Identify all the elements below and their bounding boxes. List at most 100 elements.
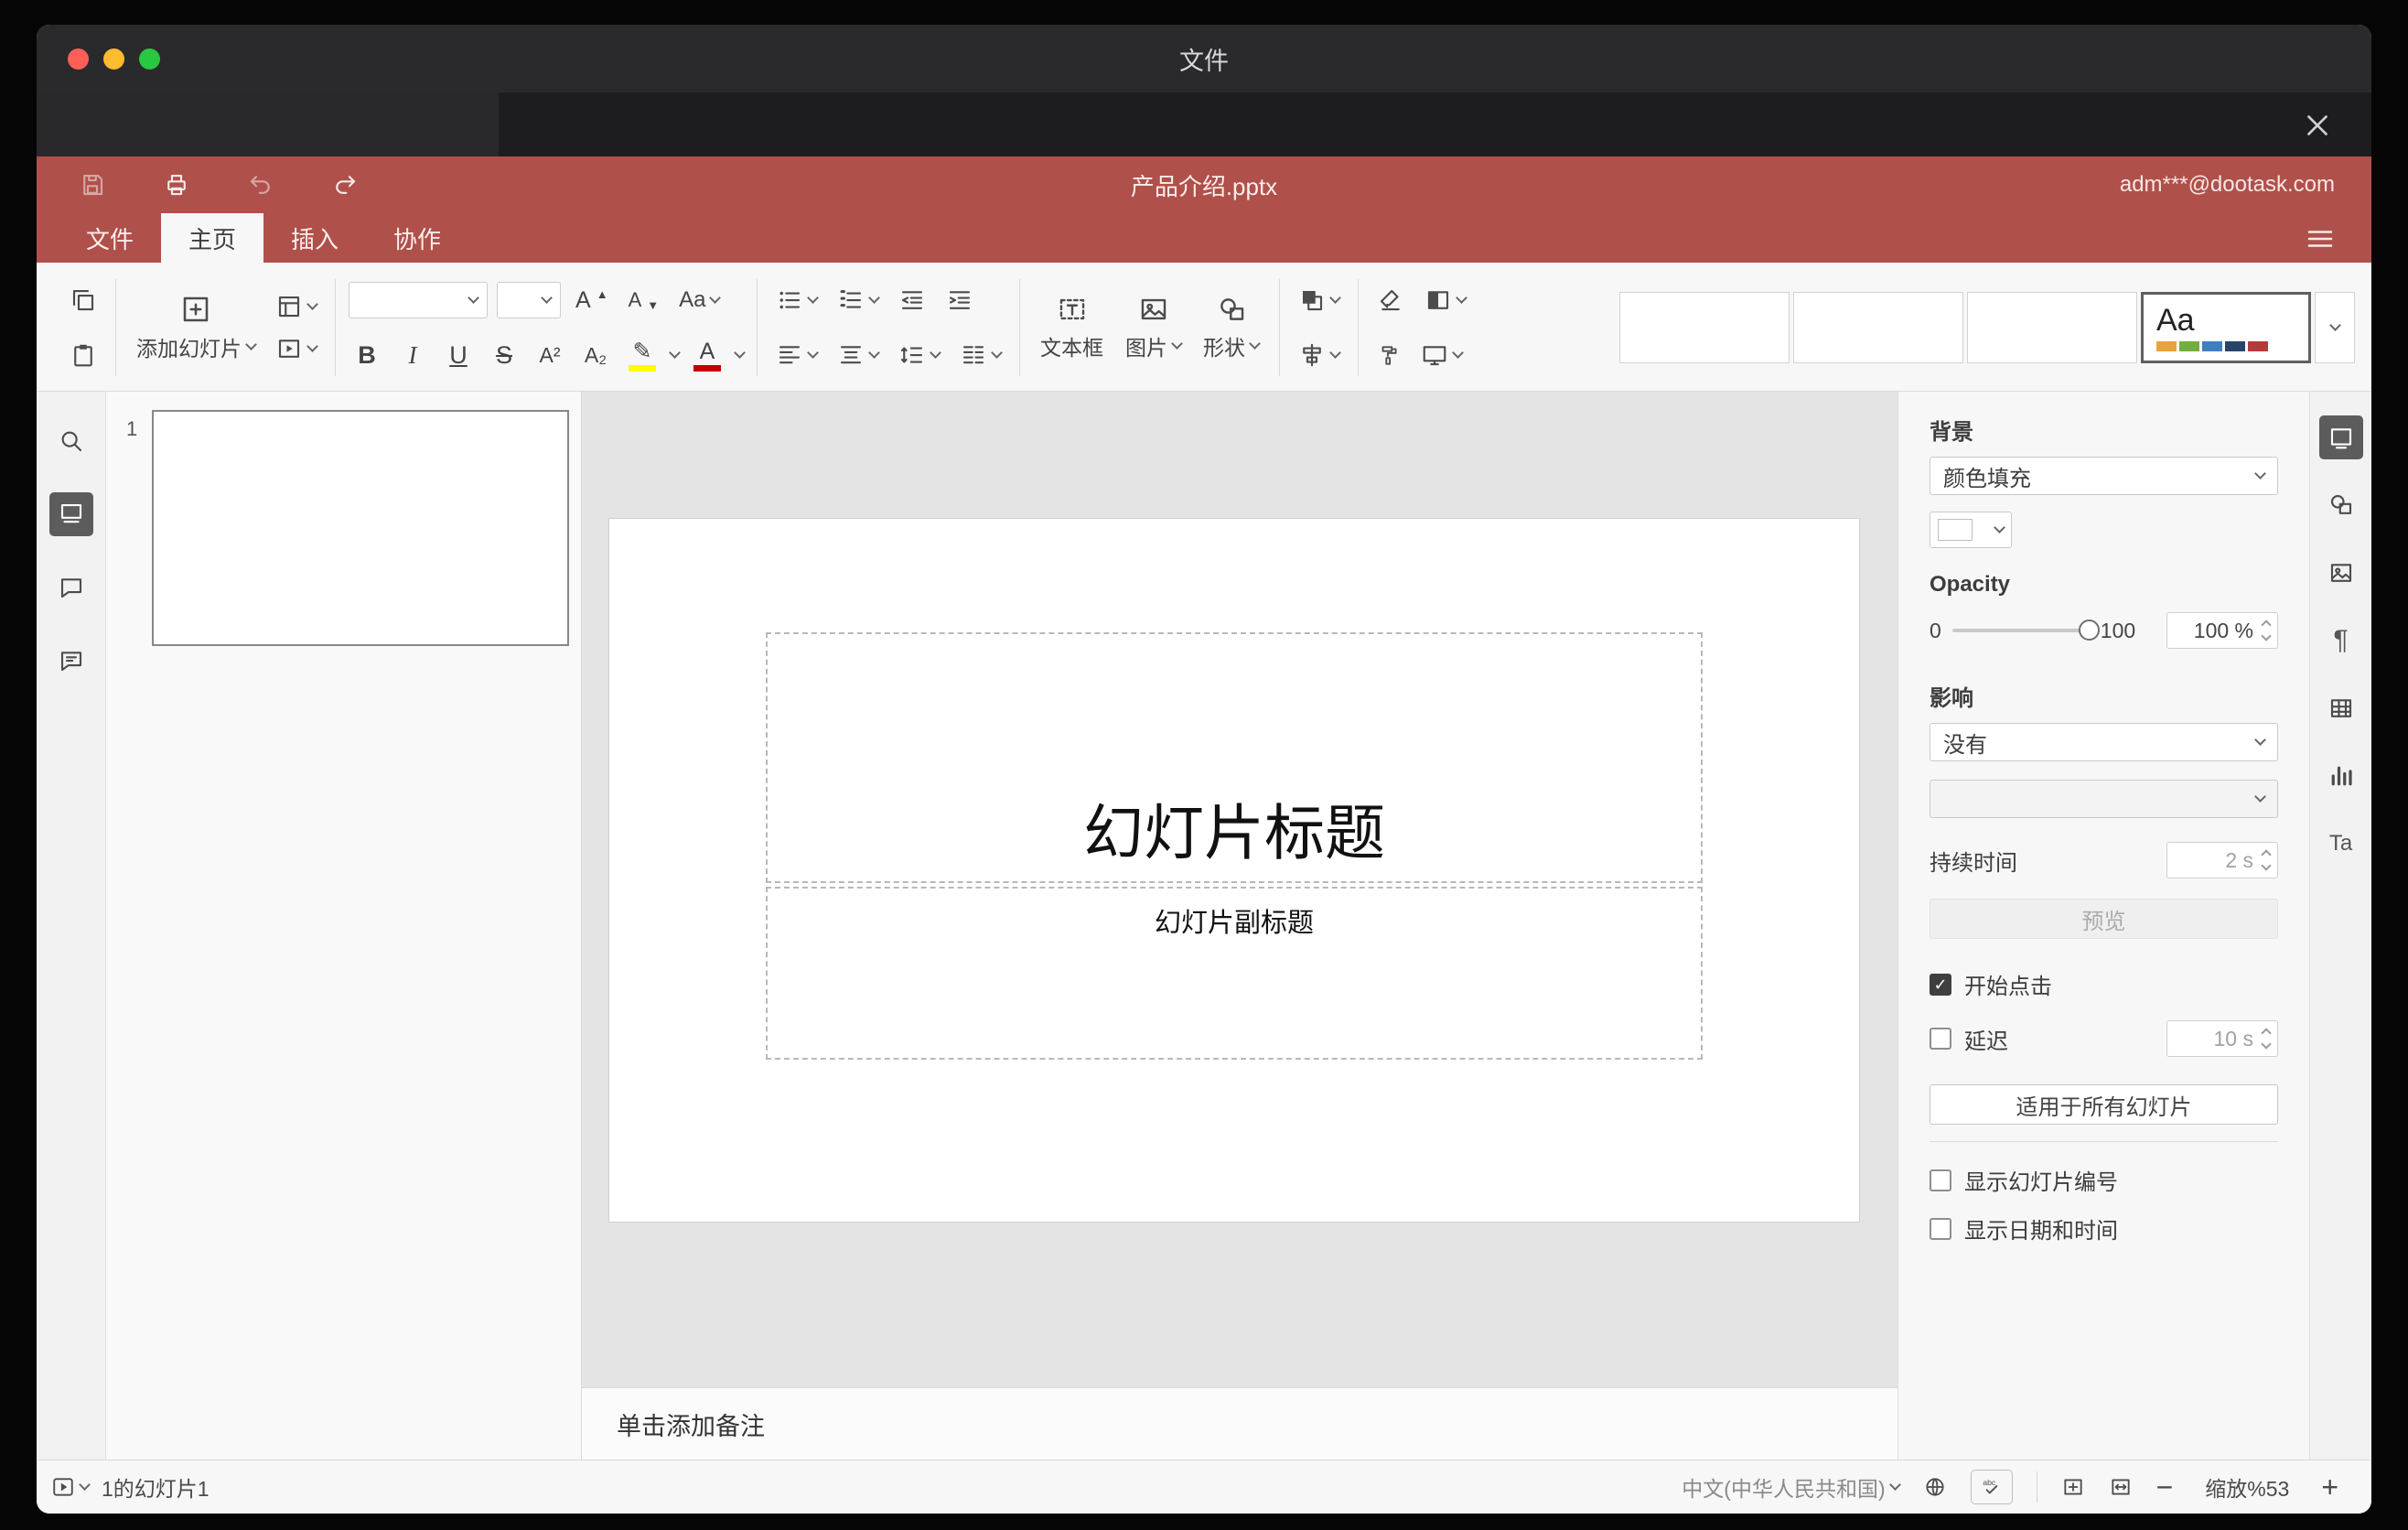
bold-button[interactable]: B [349,341,385,370]
insert-image-button[interactable]: 图片 [1118,290,1188,365]
delay-input[interactable]: 10 s [2166,1020,2278,1057]
italic-button[interactable]: I [394,341,431,370]
spell-check-icon[interactable]: abc [1970,1470,2013,1504]
start-on-click-checkbox[interactable] [1930,973,1951,996]
editor-header: 产品介绍.pptx adm***@dootask.com 文件 主页 插入 协作 [37,156,2371,263]
tab-insert[interactable]: 插入 [263,213,366,263]
slide-size-button[interactable] [1415,338,1467,372]
slide-settings-icon[interactable] [2318,415,2363,459]
start-slideshow-status-button[interactable] [51,1475,91,1499]
theme-gallery: Aa [1619,272,2355,383]
font-color-button[interactable]: A [688,339,726,372]
delay-row: 延迟 10 s [1930,1020,2278,1057]
duration-input[interactable]: 2 s [2166,842,2278,878]
increase-indent-button[interactable] [941,283,979,318]
theme-option-3[interactable] [1967,292,2137,363]
bullets-button[interactable] [770,283,822,318]
slides-panel-icon[interactable] [48,492,93,536]
slide[interactable]: 幻灯片标题 幻灯片副标题 [609,519,1859,1222]
tab-home[interactable]: 主页 [161,213,264,263]
decrease-indent-button[interactable] [893,283,931,318]
shape-settings-icon[interactable] [2319,483,2363,527]
show-date-time-checkbox[interactable] [1930,1217,1951,1240]
vertical-align-button[interactable] [832,338,884,372]
background-color-picker[interactable] [1930,512,2012,548]
background-fill-select[interactable]: 颜色填充 [1930,457,2278,495]
image-settings-icon[interactable] [2319,551,2363,595]
add-slide-button[interactable]: 添加幻灯片 [129,289,263,366]
columns-button[interactable] [954,338,1006,372]
slide-group: 添加幻灯片 [118,272,333,383]
insert-shape-button[interactable]: 形状 [1196,290,1266,365]
arrange-shape-button[interactable] [1293,283,1345,318]
spinner-arrows[interactable] [2261,620,2272,641]
tab-collaboration[interactable]: 协作 [366,213,468,263]
document-language-icon[interactable] [1923,1475,1947,1499]
paragraph-settings-icon[interactable]: ¶ [2319,619,2363,663]
title-placeholder[interactable]: 幻灯片标题 [765,631,1704,883]
search-icon[interactable] [49,419,93,463]
start-slideshow-button[interactable] [270,331,322,366]
theme-gallery-expand-button[interactable] [2315,292,2355,363]
increase-font-button[interactable]: A ▲ [570,284,614,318]
align-shape-button[interactable] [1293,338,1345,372]
theme-option-selected[interactable]: Aa [2141,292,2311,363]
fit-slide-icon[interactable] [2061,1475,2085,1499]
opacity-slider[interactable] [1951,620,2100,641]
apply-to-all-slides-button[interactable]: 适用于所有幻灯片 [1930,1084,2278,1125]
text-art-settings-icon[interactable]: Ta [2319,822,2363,866]
effect-option-select[interactable] [1930,780,2278,818]
show-slide-number-label: 显示幻灯片编号 [1964,1170,2118,1195]
subtitle-placeholder[interactable]: 幻灯片副标题 [765,886,1704,1060]
change-case-button[interactable]: Aa [673,284,725,317]
zoom-out-button[interactable]: − [2156,1472,2174,1502]
insert-textbox-button[interactable]: 文本框 [1033,290,1111,365]
chat-icon[interactable] [49,639,93,683]
strikethrough-button[interactable]: S [486,341,522,370]
font-size-select[interactable] [497,282,561,318]
table-settings-icon[interactable] [2319,686,2363,730]
subscript-button[interactable]: A₂ [577,343,614,368]
color-scheme-button[interactable] [1419,283,1471,318]
fit-width-icon[interactable] [2109,1475,2133,1499]
clear-style-button[interactable] [1371,283,1410,318]
change-layout-button[interactable] [270,289,322,324]
background-label: 背景 [1930,420,1973,445]
close-icon[interactable] [2300,106,2338,145]
opacity-slider-knob[interactable] [2078,620,2100,641]
underline-button[interactable]: U [440,341,477,370]
comments-icon[interactable] [49,566,93,609]
zoom-in-button[interactable]: + [2321,1472,2338,1502]
superscript-button[interactable]: A² [532,343,568,368]
slide-canvas[interactable]: 幻灯片标题 幻灯片副标题 [582,392,1897,1387]
theme-option-1[interactable] [1619,292,1790,363]
paste-button[interactable] [64,338,102,372]
delay-checkbox[interactable] [1930,1028,1951,1050]
language-selector[interactable]: 中文(中华人民共和国) [1682,1471,1901,1503]
tab-file[interactable]: 文件 [59,213,161,263]
highlight-color-button[interactable]: ✎ [623,339,661,372]
slide-thumbnails-panel: 1 [106,392,582,1460]
copy-style-button[interactable] [1371,339,1406,371]
font-name-select[interactable] [349,282,488,318]
opacity-value-input[interactable]: 100 % [2166,612,2278,649]
show-slide-number-checkbox[interactable] [1930,1169,1951,1191]
spinner-arrows[interactable] [2261,1028,2272,1050]
copy-button[interactable] [64,283,102,318]
spinner-arrows[interactable] [2261,849,2272,871]
line-spacing-button[interactable] [893,338,945,372]
preview-button[interactable]: 预览 [1930,899,2278,939]
horizontal-align-button[interactable] [770,338,822,372]
slide-thumbnail[interactable] [152,410,569,646]
decrease-font-button[interactable]: A ▼ [623,285,665,316]
menu-icon[interactable] [2304,221,2344,257]
file-preview-header [37,92,2371,156]
host-app-backdrop [37,92,499,156]
notes-area[interactable]: 单击添加备注 [582,1387,1897,1460]
document-title[interactable]: 产品介绍.pptx [37,168,2371,202]
theme-option-2[interactable] [1793,292,1963,363]
opacity-label: Opacity [1930,572,2011,597]
chart-settings-icon[interactable] [2319,754,2363,798]
effect-select[interactable]: 没有 [1930,723,2278,761]
numbering-button[interactable] [832,283,884,318]
